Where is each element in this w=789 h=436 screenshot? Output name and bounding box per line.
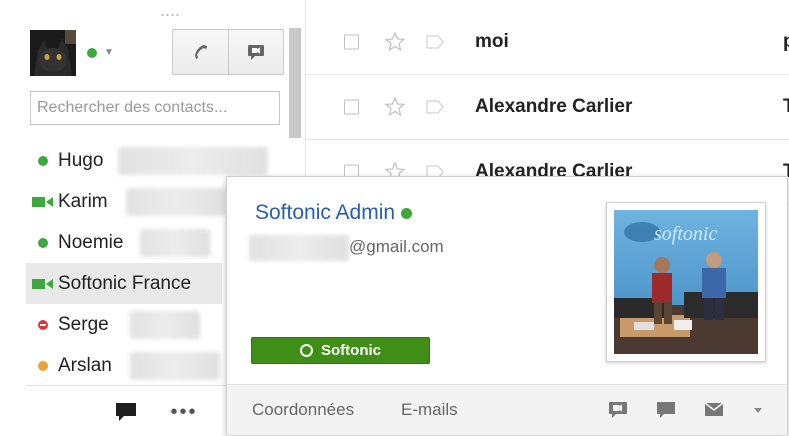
redacted-name — [126, 187, 226, 216]
message-row[interactable]: Alexandre Carlier T — [306, 75, 789, 140]
circle-button-softonic[interactable]: Softonic — [251, 337, 430, 364]
redacted-name — [118, 146, 268, 175]
video-status-icon — [32, 196, 53, 207]
star-icon[interactable] — [384, 96, 406, 118]
busy-status-icon — [38, 319, 48, 330]
search-contacts-input[interactable] — [30, 91, 280, 125]
select-checkbox[interactable] — [344, 34, 359, 50]
avatar[interactable] — [30, 30, 76, 76]
contact-details-link[interactable]: Coordonnées — [252, 400, 354, 420]
video-status-icon — [32, 278, 53, 289]
emails-link[interactable]: E-mails — [401, 400, 458, 420]
contact-name: Serge — [58, 313, 109, 335]
card-email: @gmail.com — [349, 237, 444, 256]
drag-handle[interactable] — [160, 12, 180, 18]
star-icon[interactable] — [384, 31, 406, 53]
chat-bubble-icon — [116, 403, 136, 421]
card-contact-name[interactable]: Softonic Admin — [255, 201, 413, 225]
redacted-email — [249, 235, 349, 261]
redacted-name — [130, 310, 200, 339]
redacted-name — [130, 351, 220, 380]
chat-bubble-icon[interactable] — [655, 400, 677, 420]
select-checkbox[interactable] — [344, 99, 359, 115]
more-icon: ••• — [170, 401, 198, 423]
contact-hover-card: Softonic Admin @gmail.com softonic Softo… — [226, 176, 788, 435]
phone-icon — [195, 45, 208, 59]
circle-icon — [300, 344, 313, 357]
idle-status-icon — [38, 360, 48, 371]
contact-name: Karim — [58, 190, 108, 212]
cat-avatar-image — [30, 30, 76, 76]
message-snippet: T — [783, 96, 789, 117]
mail-icon[interactable] — [703, 400, 725, 420]
message-row[interactable]: moi p — [306, 10, 789, 75]
card-photo[interactable]: softonic — [606, 202, 766, 362]
importance-marker-icon[interactable] — [426, 35, 444, 49]
photo-logo-text: softonic — [654, 223, 717, 245]
video-chat-icon — [247, 45, 264, 60]
online-status-icon — [401, 207, 413, 219]
contact-name: Hugo — [58, 149, 104, 171]
redacted-name — [140, 228, 210, 257]
more-options-button[interactable]: ••• — [166, 398, 202, 426]
profile-photo-image: softonic — [614, 210, 758, 354]
importance-marker-icon[interactable] — [426, 100, 444, 114]
video-chat-icon[interactable] — [607, 400, 629, 420]
contact-name: Softonic France — [58, 272, 192, 294]
circle-label: Softonic — [321, 342, 381, 359]
message-snippet: p — [783, 31, 789, 52]
chevron-down-icon[interactable] — [753, 407, 763, 415]
card-name-text: Softonic Admin — [255, 201, 396, 224]
message-sender: Alexandre Carlier — [475, 96, 633, 117]
video-chat-button[interactable] — [227, 30, 284, 74]
scrollbar[interactable] — [289, 28, 301, 138]
contact-name: Arslan — [58, 354, 112, 376]
message-sender: moi — [475, 31, 509, 52]
my-status-dot[interactable] — [87, 48, 97, 58]
chat-button[interactable] — [108, 398, 144, 426]
card-footer: Coordonnées E-mails — [227, 384, 787, 435]
phone-call-button[interactable] — [173, 30, 228, 74]
contact-item-hugo[interactable]: Hugo — [26, 140, 306, 181]
online-status-icon — [38, 237, 48, 248]
call-button-group — [172, 29, 284, 75]
online-status-icon — [38, 155, 48, 166]
contact-item-softonic-france[interactable]: Softonic France — [26, 263, 222, 304]
chevron-down-icon[interactable]: ▼ — [104, 47, 114, 58]
contact-name: Noemie — [58, 231, 124, 253]
